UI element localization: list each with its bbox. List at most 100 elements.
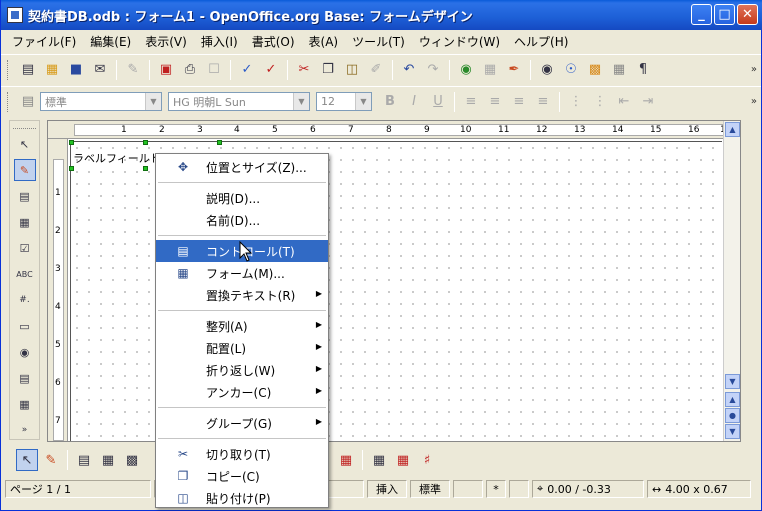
redo-icon[interactable]: ↷ — [422, 59, 444, 81]
selection-handle[interactable] — [217, 140, 222, 145]
scissors-icon[interactable]: ✂ — [293, 59, 315, 81]
close-button[interactable]: ✕ — [737, 4, 758, 25]
previous-page-icon[interactable]: ▲ — [725, 392, 740, 407]
font-name-select[interactable]: HG 明朝L Sun ▼ — [168, 92, 310, 111]
toolbar-grip[interactable] — [7, 91, 10, 112]
minimize-button[interactable]: _ — [691, 4, 712, 25]
align-center-icon[interactable]: ≡ — [484, 91, 506, 113]
next-page-icon[interactable]: ▼ — [725, 424, 740, 439]
menu-window[interactable]: ウィンドウ(W) — [412, 33, 507, 50]
maximize-button[interactable]: □ — [714, 4, 735, 25]
context-menu-item[interactable]: 配置(L) ▶ — [156, 337, 328, 359]
vertical-scrollbar[interactable]: ▲ ▼ ▲ ● ▼ — [723, 121, 740, 441]
position-icon[interactable]: ▦ — [335, 449, 357, 471]
format-paintbrush-icon[interactable]: ✐ — [365, 59, 387, 81]
context-menu-item[interactable]: ✥ 位置とサイズ(Z)... — [156, 156, 328, 178]
paragraph-style-select[interactable]: 標準 ▼ — [40, 92, 162, 111]
new-document-icon[interactable]: ▤ — [17, 59, 39, 81]
push-button-icon[interactable]: ▭ — [14, 315, 36, 337]
gallery-icon[interactable]: ▩ — [584, 59, 606, 81]
toolbar-grip[interactable] — [13, 123, 36, 129]
chevron-down-icon[interactable]: ▼ — [145, 93, 161, 110]
select-pointer-icon[interactable]: ↖ — [14, 133, 36, 155]
data-sources-icon[interactable]: ▦ — [608, 59, 630, 81]
menu-table[interactable]: 表(A) — [302, 33, 346, 50]
selection-handle[interactable] — [69, 166, 74, 171]
paste-icon[interactable]: ◫ — [341, 59, 363, 81]
save-icon[interactable]: ■ — [65, 59, 87, 81]
toolbar-overflow-icon[interactable]: » — [751, 64, 757, 75]
context-menu-item[interactable]: ❐ コピー(C) — [156, 465, 328, 487]
selection-handle[interactable] — [69, 140, 74, 145]
menu-format[interactable]: 書式(O) — [245, 33, 302, 50]
title-bar[interactable]: 契約書DB.odb : フォーム1 - OpenOffice.org Base:… — [1, 0, 762, 30]
list-box-icon[interactable]: ▤ — [14, 367, 36, 389]
font-size-select[interactable]: 12 ▼ — [316, 92, 372, 111]
context-menu-item[interactable]: 折り返し(W) ▶ — [156, 359, 328, 381]
context-menu-item[interactable]: 名前(D)... — [156, 209, 328, 231]
select-pointer-icon[interactable]: ↖ — [16, 449, 38, 471]
status-digital-signature[interactable] — [453, 480, 483, 498]
navigation-icon[interactable]: ● — [725, 408, 740, 423]
scroll-down-icon[interactable]: ▼ — [725, 374, 740, 389]
align-left-icon[interactable]: ≡ — [460, 91, 482, 113]
align-justify-icon[interactable]: ≡ — [532, 91, 554, 113]
numbering-icon[interactable]: ⋮ — [565, 91, 587, 113]
selection-handle[interactable] — [143, 166, 148, 171]
toolbar-grip[interactable] — [7, 59, 10, 80]
styles-icon[interactable]: ▤ — [17, 91, 39, 113]
increase-indent-icon[interactable]: ⇥ — [637, 91, 659, 113]
control-properties-icon[interactable]: ▤ — [14, 185, 36, 207]
email-icon[interactable]: ✉ — [89, 59, 111, 81]
context-menu-item[interactable]: ▦ フォーム(M)... — [156, 262, 328, 284]
context-menu-item[interactable]: 説明(D)... — [156, 187, 328, 209]
edit-file-icon[interactable]: ✎ — [122, 59, 144, 81]
export-pdf-icon[interactable]: ▣ — [155, 59, 177, 81]
snap-to-grid-icon[interactable]: ▦ — [392, 449, 414, 471]
align-right-icon[interactable]: ≡ — [508, 91, 530, 113]
toolbar-overflow-icon[interactable]: » — [751, 96, 757, 107]
spellcheck-icon[interactable]: ✓ — [236, 59, 258, 81]
menu-tools[interactable]: ツール(T) — [345, 33, 412, 50]
navigator-icon[interactable]: ◉ — [455, 59, 477, 81]
chevron-down-icon[interactable]: ▼ — [293, 93, 309, 110]
context-menu-item[interactable]: アンカー(C) ▶ — [156, 381, 328, 403]
context-menu-item[interactable]: グループ(G) ▶ — [156, 412, 328, 434]
context-menu-item[interactable]: 整列(A) ▶ — [156, 315, 328, 337]
label-field-control[interactable]: ラベルフィールド — [73, 150, 161, 166]
option-button-icon[interactable]: ◉ — [14, 341, 36, 363]
menu-edit[interactable]: 編集(E) — [83, 33, 138, 50]
combo-box-icon[interactable]: ▦ — [14, 393, 36, 415]
open-folder-icon[interactable]: ▦ — [41, 59, 63, 81]
scroll-up-icon[interactable]: ▲ — [725, 122, 740, 137]
tab-order-icon[interactable]: ▩ — [121, 449, 143, 471]
context-menu-item[interactable]: ✂ 切り取り(T) — [156, 443, 328, 465]
bold-icon[interactable]: B — [379, 91, 401, 113]
text-box-icon[interactable]: ABC — [14, 263, 36, 285]
form-icon[interactable]: ▦ — [97, 449, 119, 471]
status-insert-mode[interactable]: 挿入 — [367, 480, 407, 498]
menu-file[interactable]: ファイル(F) — [5, 33, 83, 50]
navigator-compass-icon[interactable]: ☉ — [560, 59, 582, 81]
print-icon[interactable]: ⎙ — [179, 59, 201, 81]
formatted-field-icon[interactable]: #. — [14, 289, 36, 311]
copy-icon[interactable]: ❐ — [317, 59, 339, 81]
design-mode-icon[interactable]: ✎ — [13, 159, 36, 181]
context-menu-item[interactable]: 置換テキスト(R) ▶ — [156, 284, 328, 306]
table-icon[interactable]: ▦ — [479, 59, 501, 81]
find-binoculars-icon[interactable]: ◉ — [536, 59, 558, 81]
guides-icon[interactable]: ♯ — [416, 449, 438, 471]
display-grid-icon[interactable]: ▦ — [368, 449, 390, 471]
italic-icon[interactable]: I — [403, 91, 425, 113]
menu-help[interactable]: ヘルプ(H) — [507, 33, 575, 50]
bullets-icon[interactable]: ⋮ — [589, 91, 611, 113]
menu-insert[interactable]: 挿入(I) — [194, 33, 245, 50]
formatting-marks-icon[interactable]: ¶ — [632, 59, 654, 81]
form-properties-icon[interactable]: ▦ — [14, 211, 36, 233]
checkbox-icon[interactable]: ☑ — [14, 237, 36, 259]
control-icon[interactable]: ▤ — [73, 449, 95, 471]
more-controls-icon[interactable]: » — [14, 419, 36, 441]
context-menu-item[interactable]: ◫ 貼り付け(P) — [156, 487, 328, 509]
draw-functions-icon[interactable]: ✒ — [503, 59, 525, 81]
undo-icon[interactable]: ↶ — [398, 59, 420, 81]
